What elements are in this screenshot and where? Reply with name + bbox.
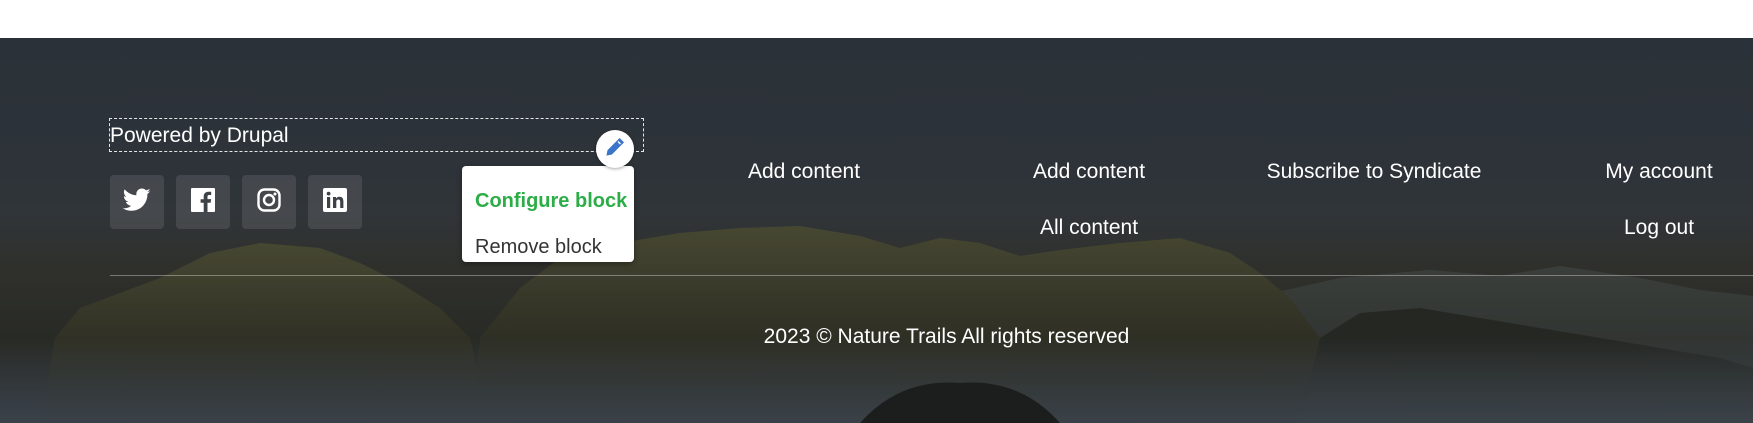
pencil-icon (604, 136, 626, 163)
linkedin-icon (323, 187, 347, 217)
copyright-text: 2023 © Nature Trails All rights reserved (763, 325, 1130, 348)
footer-divider (110, 275, 1753, 276)
contextual-edit-button[interactable] (596, 130, 634, 168)
menu-link-add-content-1[interactable]: Add content (748, 160, 860, 184)
instagram-link[interactable] (242, 175, 296, 229)
facebook-icon (191, 187, 215, 217)
menu-link-subscribe-syndicate[interactable]: Subscribe to Syndicate (1267, 160, 1482, 184)
menu-link-my-account[interactable]: My account (1605, 160, 1712, 184)
contextual-links-menu: Configure block Remove block (462, 166, 634, 262)
menu-link-log-out[interactable]: Log out (1624, 216, 1694, 240)
remove-block-link[interactable]: Remove block (475, 236, 602, 259)
instagram-icon (257, 187, 281, 217)
twitter-icon (122, 187, 151, 217)
powered-by-drupal: Powered by Drupal (110, 124, 289, 147)
page-top-area (0, 0, 1753, 38)
linkedin-link[interactable] (308, 175, 362, 229)
site-footer (0, 38, 1753, 423)
twitter-link[interactable] (110, 175, 164, 229)
menu-link-all-content[interactable]: All content (1040, 216, 1138, 240)
background-overlay (0, 38, 1753, 423)
facebook-link[interactable] (176, 175, 230, 229)
configure-block-link[interactable]: Configure block (475, 190, 627, 213)
menu-link-add-content-2[interactable]: Add content (1033, 160, 1145, 184)
